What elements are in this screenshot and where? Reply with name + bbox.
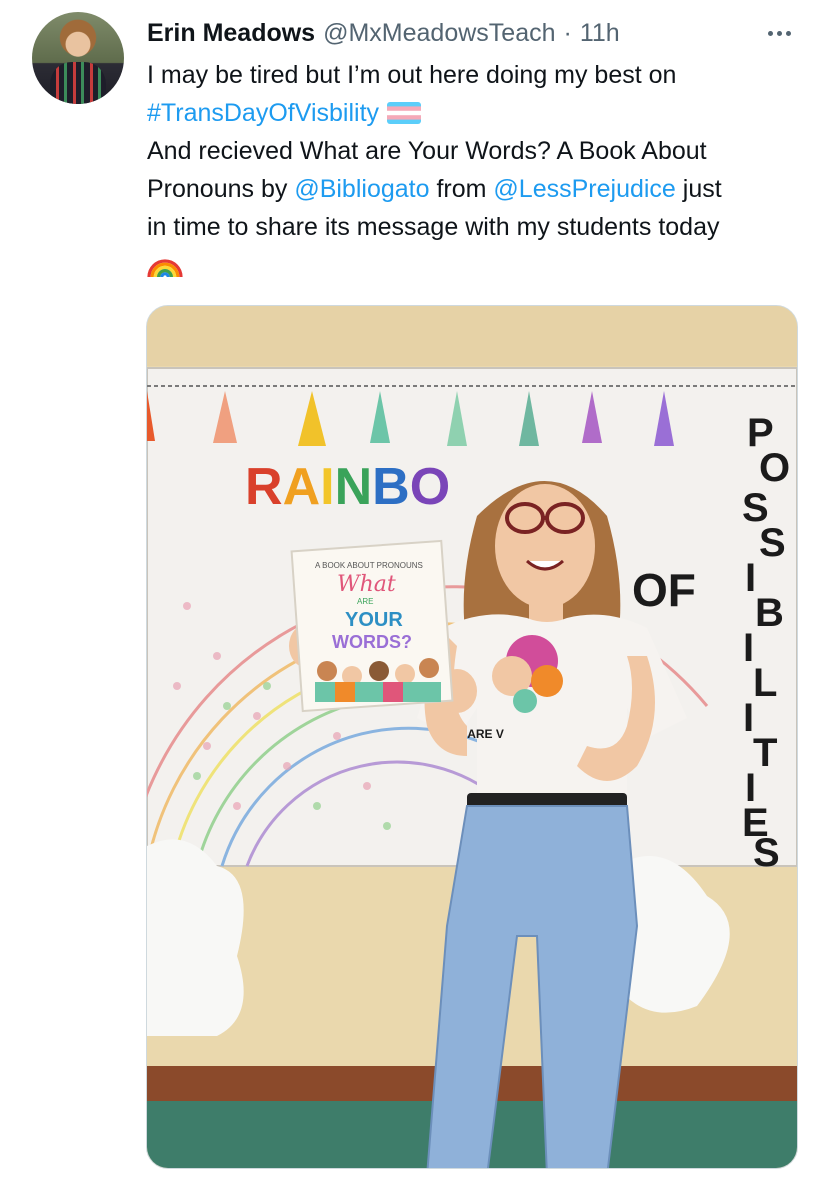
- book-title-what: What: [337, 572, 396, 597]
- mention-bibliogato[interactable]: @Bibliogato: [294, 175, 429, 203]
- book-cover: A BOOK ABOUT PRONOUNS What ARE YOUR WORD…: [290, 539, 454, 713]
- svg-text:L: L: [753, 661, 777, 705]
- text-segment: Pronouns by: [147, 175, 295, 203]
- rainbow-icon: [147, 247, 183, 290]
- transgender-flag-icon: [387, 102, 422, 124]
- author-avatar[interactable]: [32, 12, 124, 104]
- text-segment: just: [675, 175, 722, 203]
- tweet: Erin Meadows @MxMeadowsTeach · 11h I may…: [0, 0, 828, 1179]
- book-top-line: A BOOK ABOUT PRONOUNS: [315, 561, 423, 570]
- book-title-your: YOUR: [345, 609, 403, 631]
- tweet-header: Erin Meadows @MxMeadowsTeach · 11h: [147, 16, 787, 50]
- author-handle[interactable]: @MxMeadowsTeach: [323, 19, 555, 48]
- svg-text:O: O: [759, 446, 790, 490]
- tweet-text: I may be tired but I’m out here doing my…: [147, 56, 807, 290]
- author-name[interactable]: Erin Meadows: [147, 19, 315, 48]
- board-word-of: OF: [632, 564, 696, 616]
- tweet-timestamp[interactable]: 11h: [580, 19, 620, 48]
- book-title-are: ARE: [357, 597, 373, 606]
- board-word-rainbo: RAINBO: [245, 458, 450, 516]
- more-horizontal-icon[interactable]: [762, 22, 796, 44]
- mention-lessprejudice[interactable]: @LessPrejudice: [493, 175, 675, 203]
- tweet-text-line-2: #TransDayOfVisbility: [147, 94, 807, 132]
- tweet-text-line-6: [147, 246, 807, 290]
- separator-dot: ·: [563, 18, 572, 47]
- text-segment: from: [429, 175, 494, 203]
- book-title-words: WORDS?: [332, 632, 412, 652]
- tweet-text-line-1: I may be tired but I’m out here doing my…: [147, 61, 677, 89]
- tweet-text-line-4: Pronouns by @Bibliogato from @LessPrejud…: [147, 170, 807, 208]
- tweet-photo[interactable]: RAINBO OF POS SIB ILI TIE S WE ARE V A B…: [146, 305, 798, 1169]
- svg-text:S: S: [753, 831, 780, 875]
- tweet-text-line-5: in time to share its message with my stu…: [147, 213, 720, 241]
- tweet-text-line-3: And recieved What are Your Words? A Book…: [147, 137, 707, 165]
- avatar-sweater: [50, 62, 106, 104]
- photo-illustration: RAINBO OF POS SIB ILI TIE S WE ARE V A B…: [147, 306, 797, 1168]
- svg-text:T: T: [753, 731, 777, 775]
- svg-text:B: B: [755, 591, 784, 635]
- svg-text:S: S: [759, 521, 786, 565]
- hashtag-link[interactable]: #TransDayOfVisbility: [147, 99, 379, 127]
